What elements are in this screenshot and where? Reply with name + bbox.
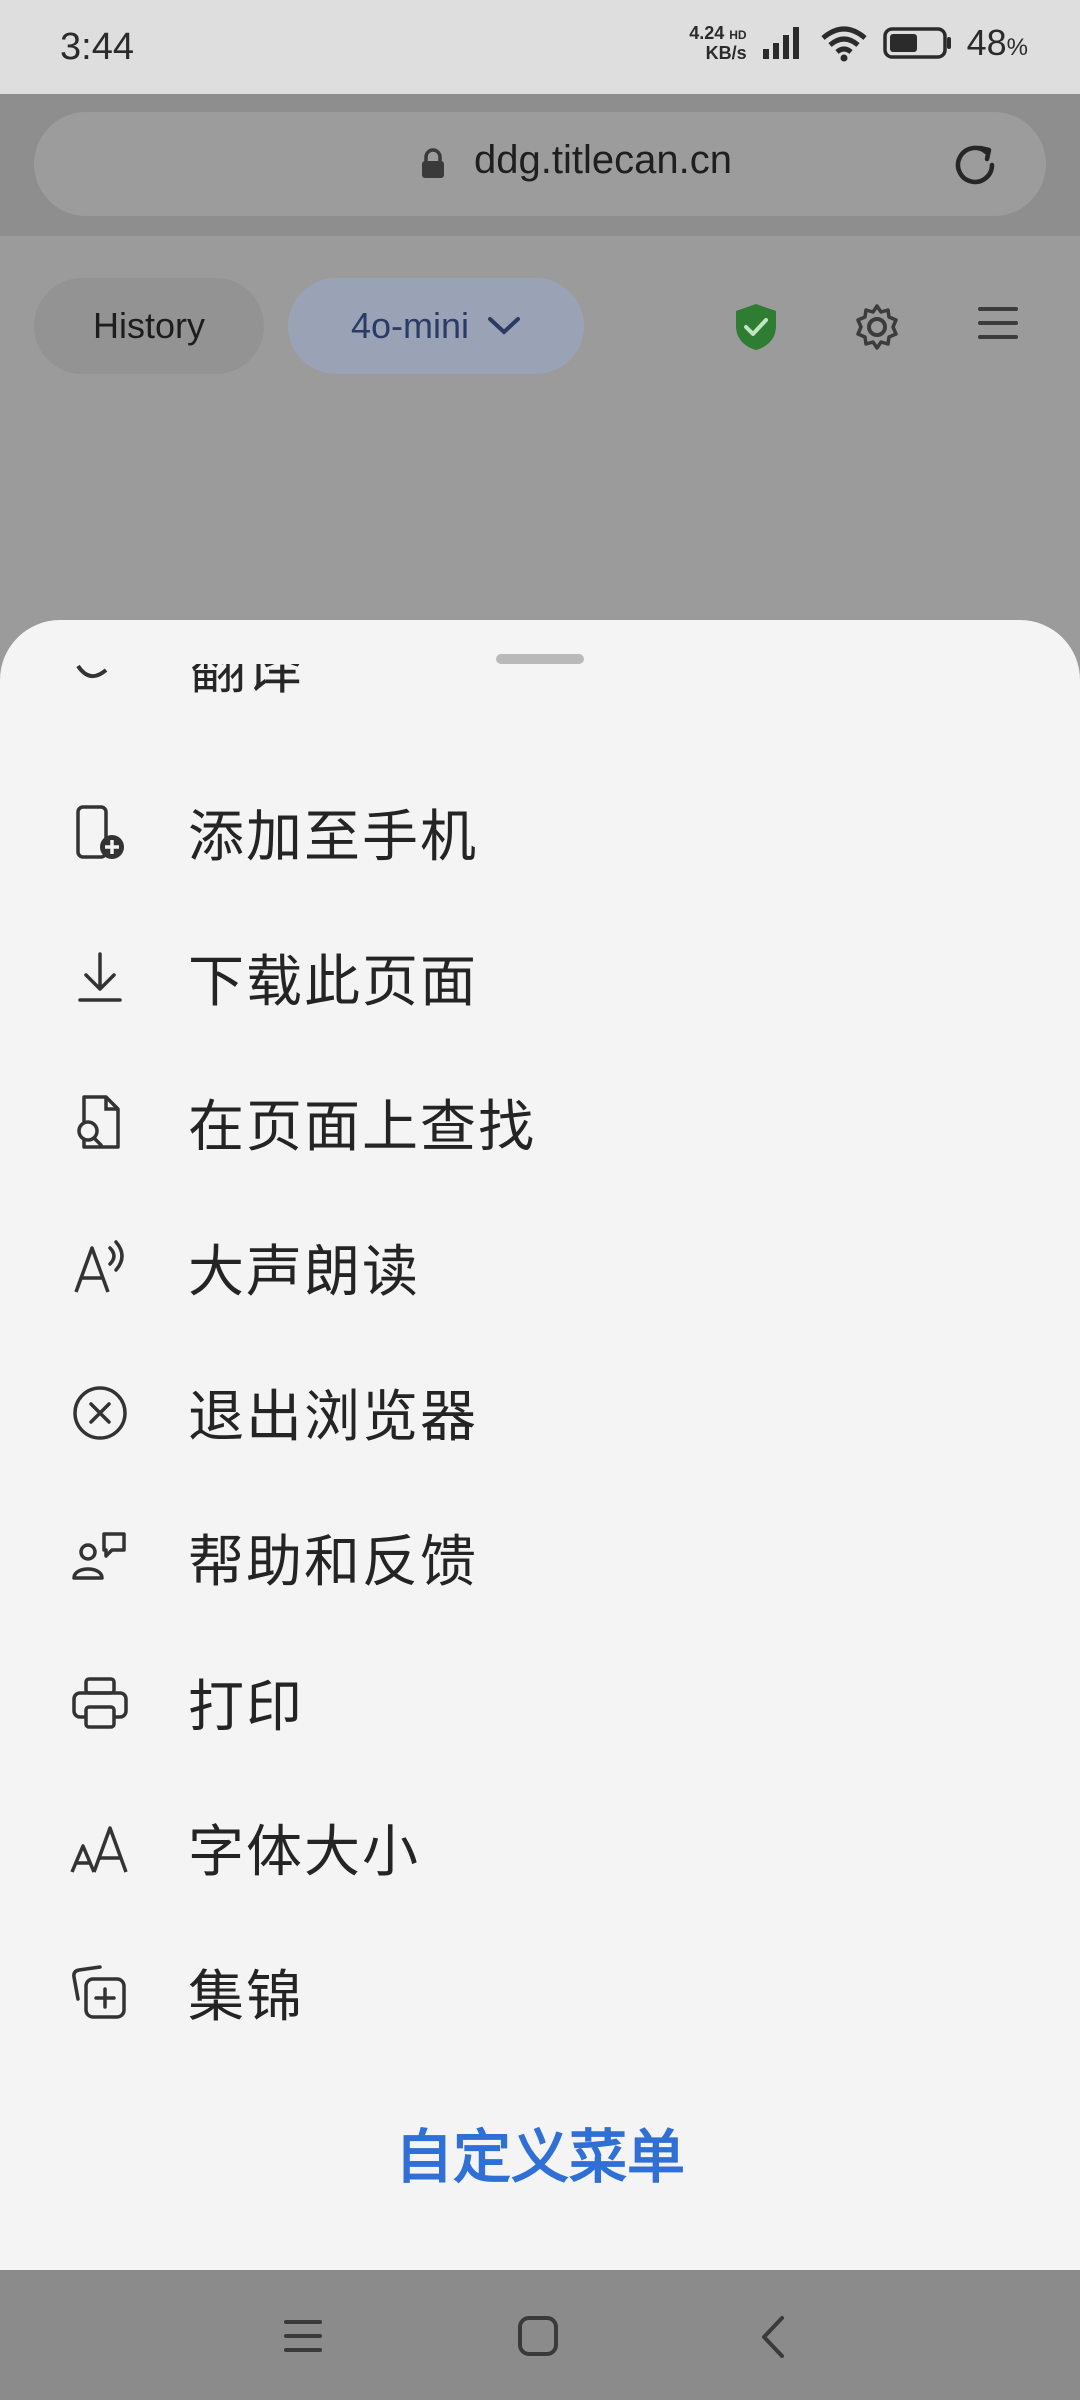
- menu-item-print[interactable]: 打印: [0, 1630, 1080, 1775]
- menu-item-label: 字体大小: [188, 1820, 420, 1883]
- menu-item-label: 翻译: [190, 664, 302, 700]
- status-time: 3:44: [60, 26, 134, 68]
- network-speed-unit: KB/s: [705, 43, 747, 63]
- browser-menu-sheet: 翻译 添加至手机 下载此页面 在页面上查找 大声朗读 退出浏览器 帮助和反馈 打…: [0, 620, 1080, 2270]
- status-icons: 4.24 HD KB/s 48%: [689, 22, 1028, 64]
- chevron-down-icon: [488, 317, 521, 335]
- home-icon[interactable]: [516, 2314, 562, 2360]
- wifi-icon: [820, 26, 867, 62]
- network-speed: 4.24 HD KB/s: [689, 24, 746, 62]
- battery-icon: [882, 27, 951, 59]
- help-feedback-icon: [68, 1526, 132, 1590]
- translate-icon: [76, 664, 108, 678]
- find-in-page-icon: [68, 1091, 132, 1155]
- collections-icon: [68, 1961, 132, 2025]
- menu-item-label: 下载此页面: [188, 950, 478, 1013]
- exit-icon: [68, 1381, 132, 1445]
- menu-item-translate[interactable]: 翻译: [70, 664, 970, 734]
- customize-menu-button[interactable]: 自定义菜单: [0, 2110, 1080, 2194]
- recent-apps-icon[interactable]: [282, 2314, 326, 2358]
- menu-item-label: 打印: [188, 1675, 304, 1738]
- menu-item-read-aloud[interactable]: 大声朗读: [0, 1195, 1080, 1340]
- download-icon: [68, 946, 132, 1010]
- history-button[interactable]: History: [34, 278, 264, 374]
- menu-item-exit-browser[interactable]: 退出浏览器: [0, 1340, 1080, 1485]
- menu-item-label: 集锦: [188, 1965, 304, 2028]
- model-selector[interactable]: 4o-mini: [288, 278, 584, 374]
- menu-item-label: 添加至手机: [188, 805, 478, 868]
- menu-item-collections[interactable]: 集锦: [0, 1920, 1080, 2065]
- lock-icon: [422, 148, 444, 178]
- address-bar[interactable]: ddg.titlecan.cn: [34, 112, 1046, 216]
- read-aloud-icon: [68, 1236, 132, 1300]
- sheet-drag-handle[interactable]: [496, 654, 584, 664]
- menu-item-label: 大声朗读: [188, 1240, 420, 1303]
- gear-icon[interactable]: [852, 302, 902, 352]
- print-icon: [68, 1671, 132, 1735]
- url-text[interactable]: ddg.titlecan.cn: [474, 138, 732, 183]
- address-bar-area: ddg.titlecan.cn: [0, 94, 1080, 236]
- menu-item-font-size[interactable]: 字体大小: [0, 1775, 1080, 1920]
- menu-item-label: 退出浏览器: [188, 1385, 478, 1448]
- network-speed-value: 4.24: [689, 23, 725, 43]
- network-badge: HD: [729, 28, 747, 42]
- menu-item-help-feedback[interactable]: 帮助和反馈: [0, 1485, 1080, 1630]
- battery-percent: 48%: [967, 22, 1028, 64]
- reload-icon[interactable]: [948, 138, 1002, 192]
- status-bar: 3:44 4.24 HD KB/s 48%: [0, 0, 1080, 94]
- menu-list: 添加至手机 下载此页面 在页面上查找 大声朗读 退出浏览器 帮助和反馈 打印 字…: [0, 760, 1080, 2065]
- back-icon[interactable]: [756, 2314, 790, 2360]
- font-size-icon: [68, 1816, 132, 1880]
- signal-icon: [762, 27, 799, 59]
- hamburger-menu-icon[interactable]: [976, 302, 1022, 344]
- system-navigation-bar: [0, 2270, 1080, 2400]
- shield-check-icon[interactable]: [732, 302, 780, 352]
- battery-percent-unit: %: [1006, 34, 1028, 61]
- menu-item-find-in-page[interactable]: 在页面上查找: [0, 1050, 1080, 1195]
- menu-item-label: 在页面上查找: [188, 1095, 536, 1158]
- menu-item-label: 帮助和反馈: [188, 1530, 478, 1593]
- battery-percent-value: 48: [966, 22, 1007, 63]
- model-label: 4o-mini: [350, 305, 470, 346]
- menu-item-download-page[interactable]: 下载此页面: [0, 905, 1080, 1050]
- history-label: History: [92, 305, 205, 346]
- phone-add-icon: [68, 801, 132, 865]
- menu-item-add-to-phone[interactable]: 添加至手机: [0, 760, 1080, 905]
